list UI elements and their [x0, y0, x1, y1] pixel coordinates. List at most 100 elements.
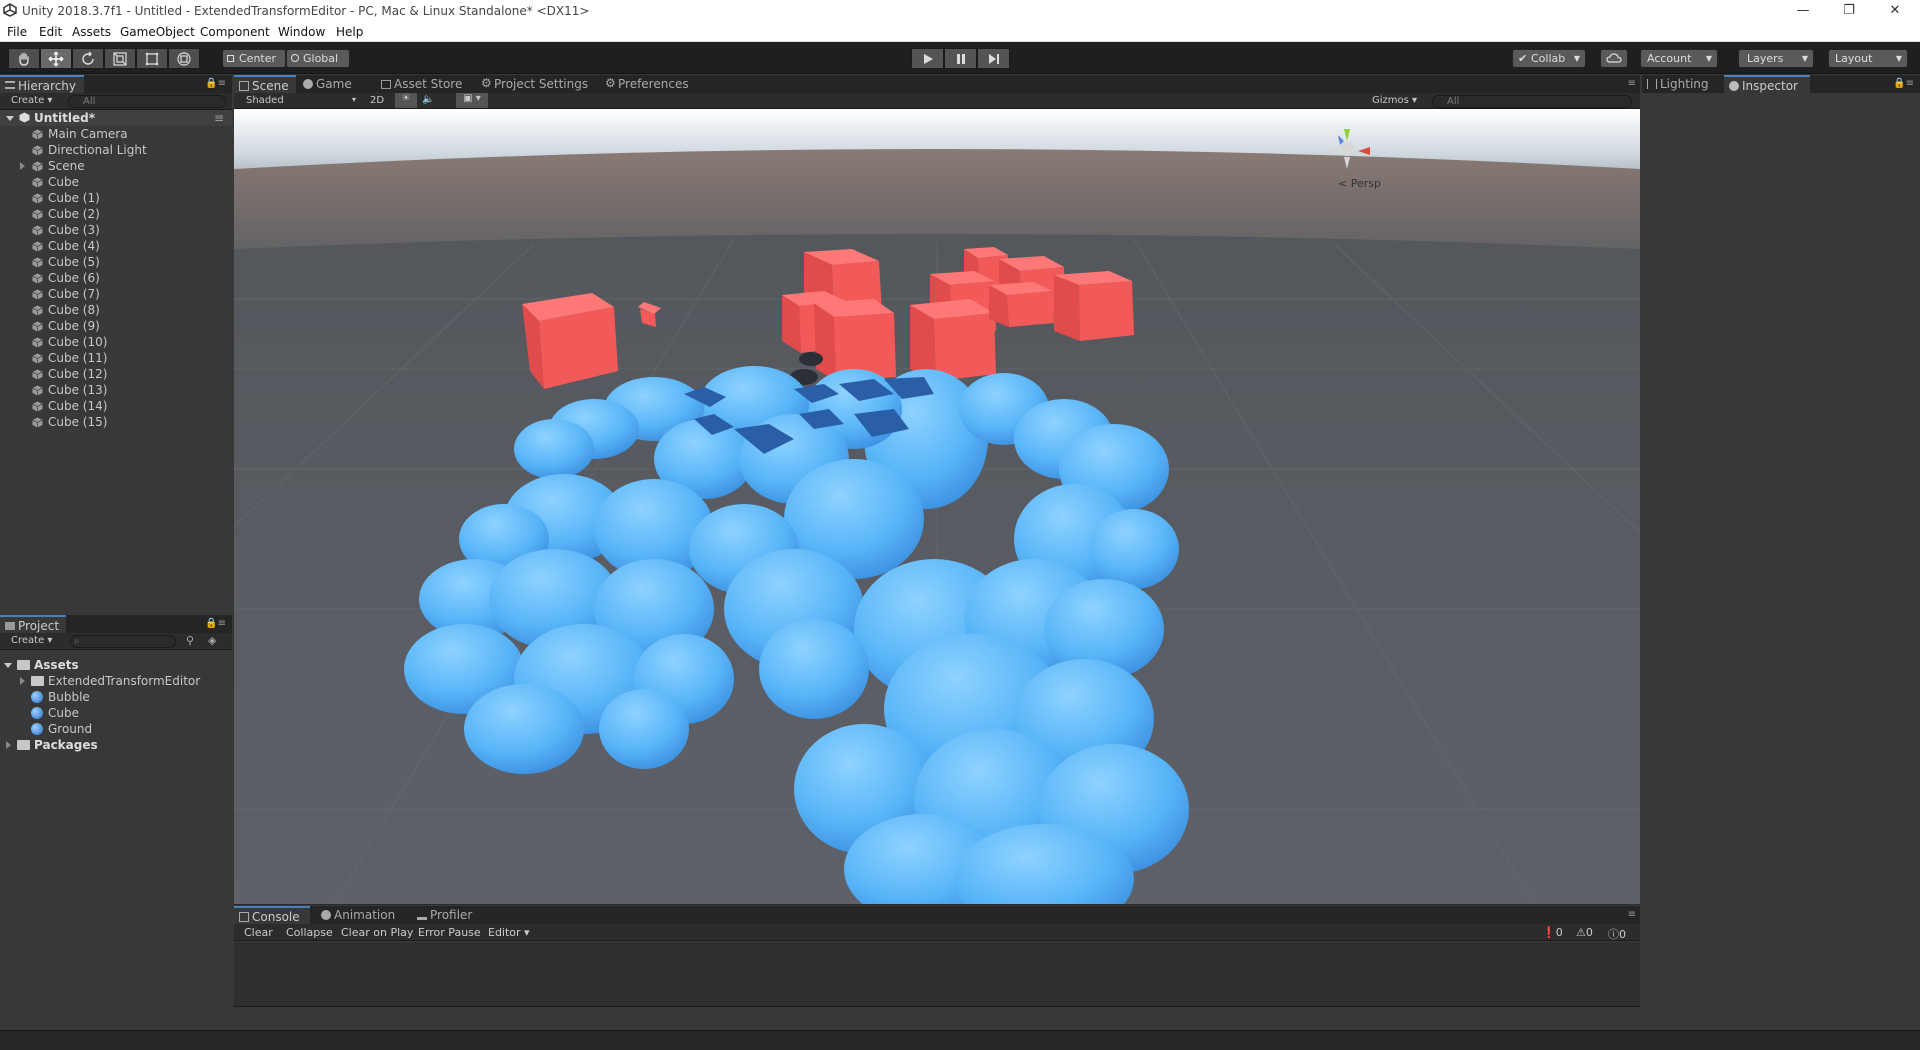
hierarchy-item[interactable]: Cube (4): [0, 238, 232, 254]
pause-button[interactable]: [944, 48, 977, 69]
fold-open-icon[interactable]: [4, 663, 12, 672]
tab-asset-store[interactable]: Asset Store: [376, 75, 466, 93]
move-tool-button[interactable]: [40, 48, 72, 69]
account-dropdown[interactable]: Account ▼: [1640, 49, 1718, 68]
error-count-toggle[interactable]: ❗0: [1542, 926, 1563, 939]
hierarchy-item[interactable]: Cube: [0, 174, 232, 190]
project-item-row[interactable]: Ground: [0, 721, 232, 737]
shading-mode-dropdown[interactable]: Shaded ▾: [246, 95, 356, 106]
project-item-row[interactable]: ExtendedTransformEditor: [0, 673, 232, 689]
gizmos-dropdown[interactable]: Gizmos ▾: [1372, 95, 1417, 106]
layers-dropdown[interactable]: Layers ▼: [1738, 49, 1814, 68]
menu-gameobject[interactable]: GameObject: [120, 25, 195, 39]
hierarchy-item[interactable]: Cube (5): [0, 254, 232, 270]
rotate-tool-button[interactable]: [72, 48, 104, 69]
filter-label-icon[interactable]: ◈: [208, 634, 216, 647]
assets-folder-row[interactable]: Assets: [0, 657, 232, 673]
packages-folder-row[interactable]: Packages: [0, 737, 232, 753]
scene-viewport[interactable]: < Persp: [234, 109, 1640, 904]
tab-profiler[interactable]: Profiler: [412, 906, 482, 924]
hierarchy-item[interactable]: Cube (14): [0, 398, 232, 414]
layout-dropdown[interactable]: Layout ▼: [1828, 49, 1908, 68]
tab-lighting[interactable]: Lighting: [1642, 75, 1718, 93]
hierarchy-item[interactable]: Cube (13): [0, 382, 232, 398]
mode-2d-toggle[interactable]: 2D: [370, 95, 384, 106]
fold-open-icon[interactable]: [6, 116, 14, 125]
hierarchy-item[interactable]: Cube (7): [0, 286, 232, 302]
tab-project-settings[interactable]: ⚙ Project Settings: [476, 75, 596, 93]
hierarchy-item[interactable]: Cube (1): [0, 190, 232, 206]
play-button[interactable]: [911, 48, 944, 69]
hierarchy-item[interactable]: Cube (3): [0, 222, 232, 238]
hierarchy-item[interactable]: Scene: [0, 158, 232, 174]
menu-file[interactable]: File: [7, 25, 27, 39]
console-error-pause-button[interactable]: Error Pause: [418, 926, 481, 939]
panel-menu-icon[interactable]: 🔒≡: [205, 78, 226, 89]
console-editor-dropdown[interactable]: Editor ▾: [488, 926, 530, 939]
console-clear-on-play-button[interactable]: Clear on Play: [341, 926, 413, 939]
perspective-label[interactable]: < Persp: [1338, 177, 1381, 190]
tab-game[interactable]: Game: [298, 75, 366, 93]
close-button[interactable]: ✕: [1872, 0, 1918, 22]
project-search-input[interactable]: ⌕: [70, 635, 176, 648]
scene-search-input[interactable]: All: [1432, 95, 1632, 108]
fold-closed-icon[interactable]: [20, 162, 25, 170]
fold-closed-icon[interactable]: [6, 741, 11, 749]
console-log-area[interactable]: [234, 942, 1640, 1006]
scale-tool-button[interactable]: [104, 48, 136, 69]
hand-tool-button[interactable]: [8, 48, 40, 69]
tab-console[interactable]: Console: [234, 906, 310, 924]
project-item-row[interactable]: Bubble: [0, 689, 232, 705]
tab-animation[interactable]: Animation: [316, 906, 402, 924]
filter-type-icon[interactable]: ⚲: [186, 634, 194, 647]
project-create-dropdown[interactable]: Create ▾: [11, 635, 52, 646]
tab-preferences[interactable]: ⚙ Preferences: [600, 75, 700, 93]
menu-assets[interactable]: Assets: [72, 25, 111, 39]
hierarchy-item[interactable]: Cube (2): [0, 206, 232, 222]
panel-menu-icon[interactable]: ≡: [1628, 78, 1636, 89]
hierarchy-item[interactable]: Cube (9): [0, 318, 232, 334]
effects-dropdown[interactable]: ▣ ▾: [456, 93, 488, 108]
audio-toggle[interactable]: 🔈: [422, 94, 434, 105]
cloud-button[interactable]: [1600, 49, 1628, 68]
menu-window[interactable]: Window: [278, 25, 325, 39]
hierarchy-create-dropdown[interactable]: Create ▾: [11, 95, 52, 106]
tab-inspector[interactable]: Inspector: [1724, 75, 1810, 93]
collab-dropdown[interactable]: ✔ Collab ▼: [1512, 49, 1586, 68]
menu-help[interactable]: Help: [336, 25, 363, 39]
hierarchy-search-input[interactable]: All: [68, 95, 226, 108]
restore-button[interactable]: ❐: [1826, 0, 1872, 22]
hierarchy-item[interactable]: Cube (6): [0, 270, 232, 286]
hierarchy-item[interactable]: Cube (10): [0, 334, 232, 350]
pivot-center-button[interactable]: Center: [222, 49, 286, 68]
step-button[interactable]: [977, 48, 1010, 69]
scene-root-row[interactable]: Untitled* ≡: [0, 110, 232, 126]
hierarchy-item[interactable]: Cube (12): [0, 366, 232, 382]
log-count-toggle[interactable]: ⓘ0: [1608, 926, 1626, 942]
lighting-toggle[interactable]: ☀: [395, 93, 417, 108]
minimize-button[interactable]: —: [1780, 0, 1826, 22]
panel-menu-icon[interactable]: 🔒≡: [1893, 78, 1914, 89]
hierarchy-item[interactable]: Main Camera: [0, 126, 232, 142]
menu-component[interactable]: Component: [200, 25, 270, 39]
transform-tool-button[interactable]: [168, 48, 200, 69]
rect-tool-button[interactable]: [136, 48, 168, 69]
hierarchy-item[interactable]: Cube (15): [0, 414, 232, 430]
panel-menu-icon[interactable]: 🔒≡: [205, 618, 226, 629]
tab-hierarchy[interactable]: Hierarchy: [0, 75, 84, 93]
fold-closed-icon[interactable]: [20, 677, 25, 685]
tab-project[interactable]: Project: [0, 615, 66, 633]
scene-menu-icon[interactable]: ≡: [214, 110, 224, 126]
hierarchy-item[interactable]: Cube (11): [0, 350, 232, 366]
console-clear-button[interactable]: Clear: [244, 926, 273, 939]
console-collapse-button[interactable]: Collapse: [286, 926, 333, 939]
warning-count-toggle[interactable]: ⚠0: [1576, 926, 1593, 939]
menu-edit[interactable]: Edit: [39, 25, 62, 39]
pivot-global-button[interactable]: Global: [286, 49, 350, 68]
hierarchy-item[interactable]: Directional Light: [0, 142, 232, 158]
panel-menu-icon[interactable]: ≡: [1628, 909, 1636, 920]
tab-scene[interactable]: Scene: [234, 75, 296, 93]
scene-orientation-gizmo[interactable]: < Persp: [1314, 119, 1384, 190]
hierarchy-item[interactable]: Cube (8): [0, 302, 232, 318]
project-item-row[interactable]: Cube: [0, 705, 232, 721]
